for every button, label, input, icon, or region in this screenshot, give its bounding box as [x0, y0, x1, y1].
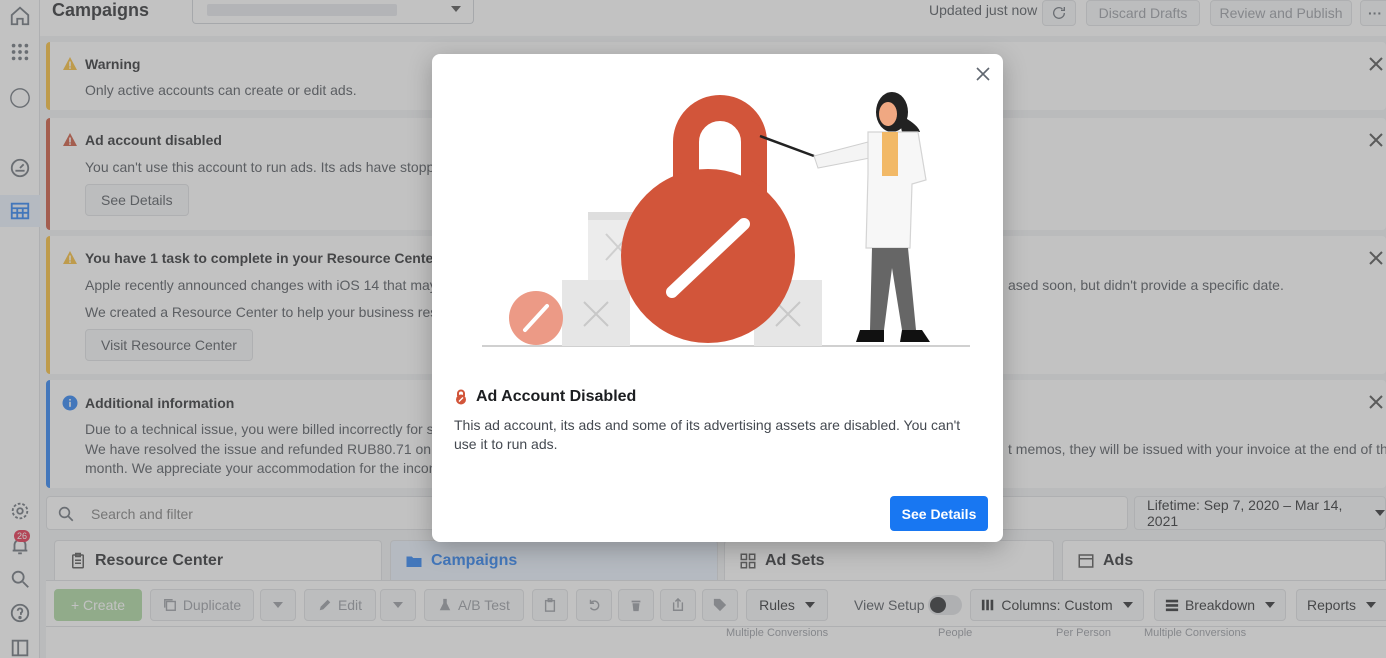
modal-title-row: Ad Account Disabled	[454, 388, 636, 406]
modal-title: Ad Account Disabled	[476, 388, 637, 405]
modal-body-text: This ad account, its ads and some of its…	[454, 417, 961, 452]
lock-icon	[456, 389, 466, 405]
see-details-button[interactable]: See Details	[890, 496, 988, 531]
ad-account-disabled-dialog: Ad Account Disabled This ad account, its…	[432, 54, 1003, 542]
padlock-illustration	[482, 92, 970, 347]
close-dialog-icon[interactable]	[975, 66, 991, 82]
